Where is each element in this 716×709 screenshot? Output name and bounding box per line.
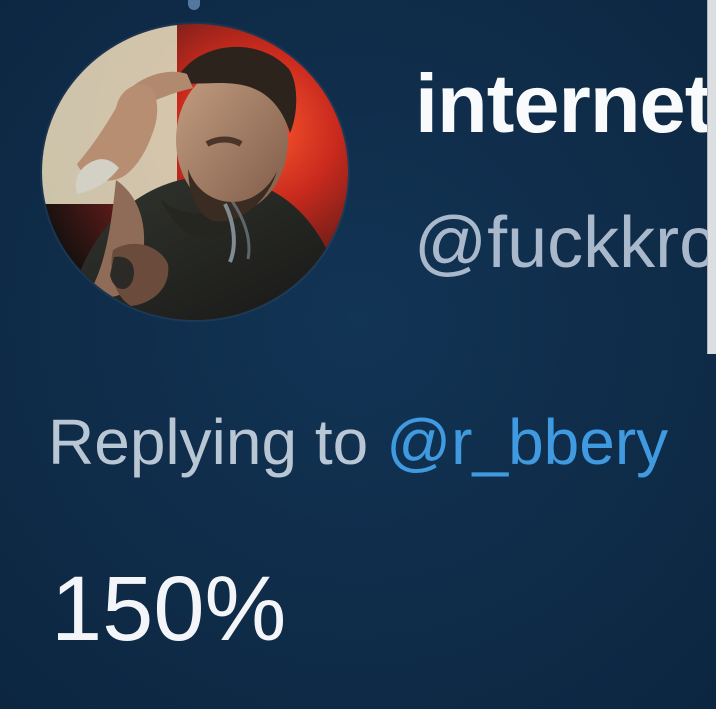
tweet-text: 150%	[51, 558, 287, 660]
reply-prefix: Replying to	[48, 406, 369, 478]
reply-context: Replying to @r_bbery	[48, 410, 668, 474]
reply-handle-link[interactable]: @r_bbery	[386, 406, 668, 478]
display-name[interactable]: internet	[415, 62, 712, 145]
profile-avatar[interactable]	[42, 24, 348, 320]
tweet-screenshot: internet @fuckkrc Replying to @r_bbery 15…	[0, 0, 716, 709]
user-handle[interactable]: @fuckkrc	[414, 207, 715, 279]
scrollbar-edge	[707, 0, 716, 354]
top-dot	[188, 0, 200, 10]
